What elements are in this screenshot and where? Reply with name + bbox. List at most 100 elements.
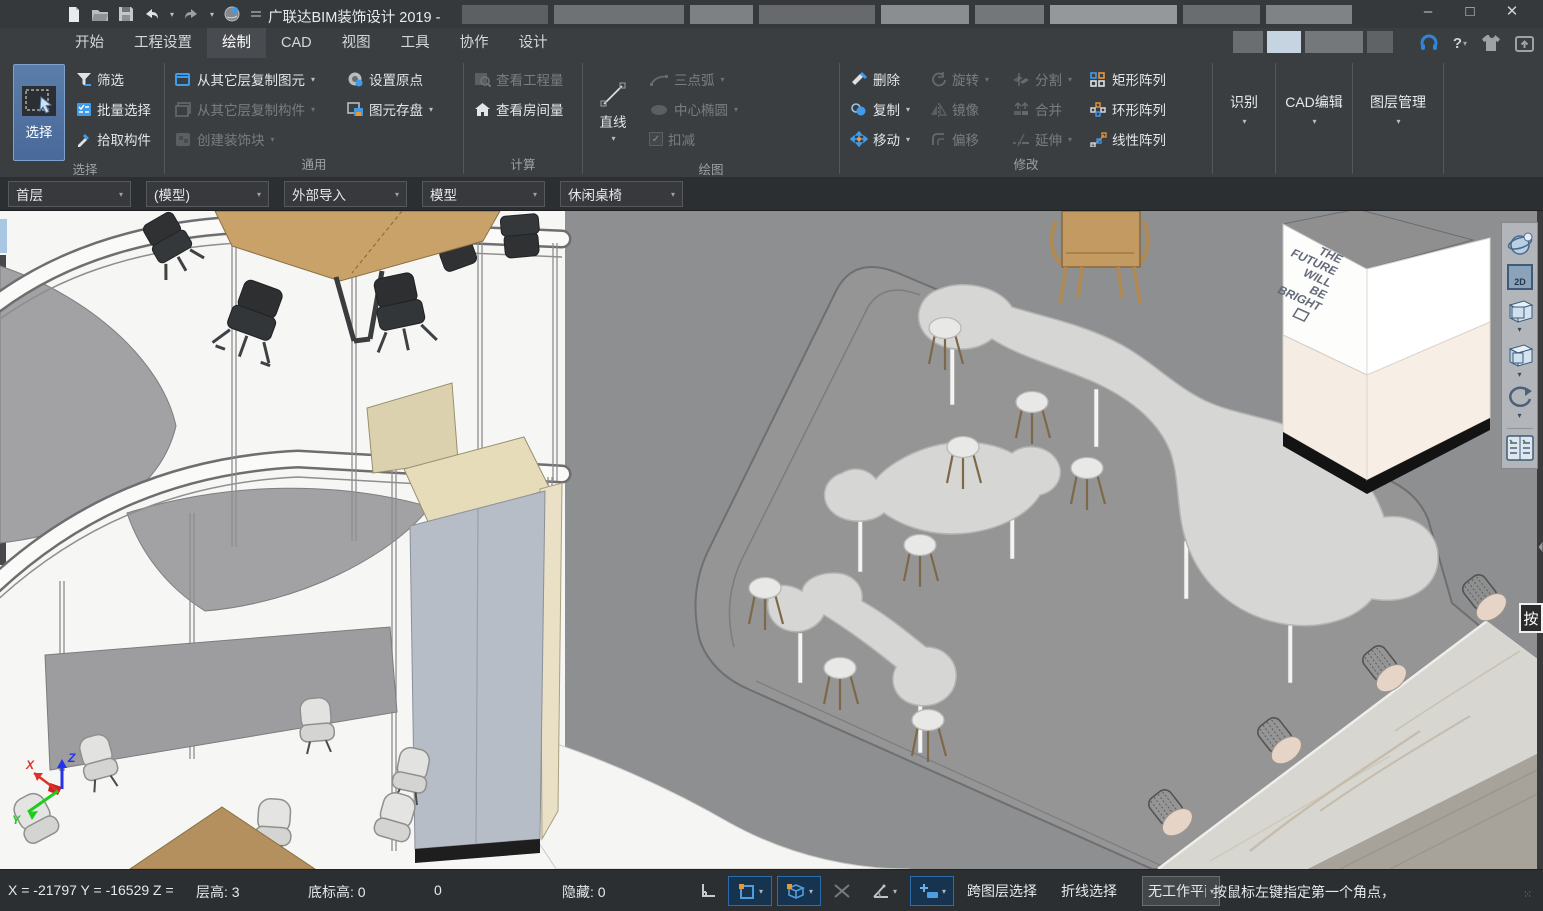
iso-view-tool[interactable]: ▾ bbox=[1505, 340, 1535, 381]
tab-start[interactable]: 开始 bbox=[60, 28, 119, 58]
chevron-down-icon[interactable]: ▾ bbox=[1517, 326, 1521, 334]
floor-select[interactable]: 首层▾ bbox=[8, 181, 131, 207]
select-button[interactable]: 选择 bbox=[13, 64, 65, 161]
help-button[interactable]: ?▾ bbox=[1453, 35, 1467, 52]
chevron-down-icon: ▾ bbox=[395, 190, 399, 199]
extend-button[interactable]: 延伸▾ bbox=[1009, 124, 1087, 154]
polyline-select-button[interactable]: 折线选择 bbox=[1052, 876, 1126, 906]
save-icon[interactable] bbox=[118, 6, 134, 22]
new-file-icon[interactable] bbox=[66, 6, 82, 23]
redo-icon[interactable] bbox=[183, 6, 200, 22]
view-compass-icon[interactable] bbox=[223, 5, 241, 23]
copy-from-layer-comp-button[interactable]: 从其它层复制构件▾ bbox=[172, 94, 344, 124]
2d-view-icon: 2D bbox=[1506, 263, 1534, 291]
tracking-toggle[interactable]: ▾ bbox=[910, 876, 954, 906]
snap-rect-toggle[interactable]: ▾ bbox=[728, 876, 772, 906]
command-prompt: 按鼠标左键指定第一个角点， bbox=[1213, 882, 1395, 902]
tab-view[interactable]: 视图 bbox=[327, 28, 386, 58]
view-list-tool[interactable] bbox=[1505, 435, 1535, 461]
view-nav-toolbar: 2D ▾ ▾ ▾ bbox=[1501, 222, 1538, 469]
upgrade-icon[interactable] bbox=[1515, 34, 1535, 52]
view-quantity-button[interactable]: 查看工程量 bbox=[471, 64, 567, 94]
layer-manage-button[interactable]: 图层管理 ▾ bbox=[1353, 60, 1443, 157]
cube-view-tool[interactable]: ▾ bbox=[1505, 295, 1535, 336]
create-block-button[interactable]: 创建装饰块▾ bbox=[172, 124, 344, 154]
svg-text:X: X bbox=[25, 758, 35, 772]
snap-3d-toggle[interactable]: ▾ bbox=[777, 876, 821, 906]
chevron-down-icon[interactable]: ▾ bbox=[809, 887, 813, 896]
recognize-button[interactable]: 识别 ▾ bbox=[1213, 60, 1275, 157]
tab-project-settings[interactable]: 工程设置 bbox=[119, 28, 207, 58]
set-origin-button[interactable]: 设置原点 bbox=[344, 64, 436, 94]
snap-intersect-toggle[interactable] bbox=[826, 876, 858, 906]
undo-dropdown-caret[interactable]: ▾ bbox=[170, 10, 174, 19]
chevron-down-icon[interactable]: ▾ bbox=[1517, 371, 1521, 379]
copy-icon bbox=[850, 102, 868, 117]
tab-cad[interactable]: CAD bbox=[266, 28, 327, 58]
cad-edit-button[interactable]: CAD编辑 ▾ bbox=[1276, 60, 1352, 157]
tab-tools[interactable]: 工具 bbox=[386, 28, 445, 58]
angle-snap-toggle[interactable]: ▾ bbox=[863, 876, 905, 906]
offset-button[interactable]: 偏移 bbox=[927, 124, 1009, 154]
linear-array-button[interactable]: 线性阵列 bbox=[1087, 124, 1169, 154]
merge-button[interactable]: 合并 bbox=[1009, 94, 1087, 124]
dropdown-caret: ▾ bbox=[311, 105, 315, 114]
orbit-tool[interactable] bbox=[1505, 229, 1535, 259]
ribbon-tabs: 开始 工程设置 绘制 CAD 视图 工具 协作 设计 bbox=[60, 28, 563, 58]
delete-button[interactable]: 删除 bbox=[847, 64, 927, 94]
line-tool-button[interactable]: 直线 ▾ bbox=[590, 64, 636, 161]
chevron-down-icon[interactable]: ▾ bbox=[759, 887, 763, 896]
model-group-select[interactable]: (模型)▾ bbox=[146, 181, 269, 207]
redo-dropdown-caret[interactable]: ▾ bbox=[210, 10, 214, 19]
open-file-icon[interactable] bbox=[91, 6, 109, 23]
center-ellipse-button[interactable]: 中心椭圆▾ bbox=[646, 94, 741, 124]
component-select[interactable]: 休闲桌椅▾ bbox=[560, 181, 683, 207]
save-element-button[interactable]: 图元存盘▾ bbox=[344, 94, 436, 124]
viewport-canvas[interactable]: THE FUTURE WILL BE BRIGHT bbox=[0, 211, 1543, 869]
filter-button[interactable]: 筛选 bbox=[73, 64, 154, 94]
close-button[interactable]: ✕ bbox=[1491, 0, 1533, 26]
move-button[interactable]: 移动▾ bbox=[847, 124, 927, 154]
origin-icon bbox=[347, 71, 364, 87]
rect-array-button[interactable]: 矩形阵列 bbox=[1087, 64, 1169, 94]
pin-toggle-icon[interactable] bbox=[250, 8, 262, 20]
chevron-down-icon: ▾ bbox=[119, 190, 123, 199]
cross-layer-select-button[interactable]: 跨图层选择 bbox=[958, 876, 1046, 906]
tab-design[interactable]: 设计 bbox=[504, 28, 563, 58]
workplane-button[interactable]: 无工作平面 ▾ bbox=[1142, 876, 1220, 906]
mid-value: 0 bbox=[434, 882, 442, 898]
polar-array-button[interactable]: 环形阵列 bbox=[1087, 94, 1169, 124]
rotate-button[interactable]: 旋转▾ bbox=[927, 64, 1009, 94]
maximize-button[interactable]: □ bbox=[1449, 0, 1491, 26]
tab-draw[interactable]: 绘制 bbox=[207, 28, 266, 58]
chevron-down-icon[interactable]: ▾ bbox=[942, 887, 946, 896]
view-room-button[interactable]: 查看房间量 bbox=[471, 94, 567, 124]
chevron-down-icon[interactable]: ▾ bbox=[1517, 412, 1521, 420]
copy-from-layer-graph-button[interactable]: 从其它层复制图元▾ bbox=[172, 64, 344, 94]
support-headset-icon[interactable] bbox=[1419, 33, 1439, 53]
minimize-button[interactable]: – bbox=[1407, 0, 1449, 26]
deduct-checkbox[interactable]: ✓ 扣减 bbox=[646, 124, 741, 154]
three-point-arc-button[interactable]: 三点弧▾ bbox=[646, 64, 741, 94]
delete-brush-icon bbox=[850, 72, 868, 87]
mirror-button[interactable]: 镜像 bbox=[927, 94, 1009, 124]
snap-cube-icon bbox=[785, 881, 807, 901]
ribbon-group-calc: 查看工程量 查看房间量 计算 bbox=[464, 60, 582, 177]
2d-view-tool[interactable]: 2D bbox=[1505, 263, 1535, 291]
tab-collaborate[interactable]: 协作 bbox=[445, 28, 504, 58]
batch-select-button[interactable]: 批量选择 bbox=[73, 94, 154, 124]
select-cursor-icon bbox=[21, 85, 57, 117]
ortho-toggle[interactable] bbox=[693, 876, 723, 906]
split-button[interactable]: 分割▾ bbox=[1009, 64, 1087, 94]
undo-icon[interactable] bbox=[143, 6, 160, 22]
house-icon bbox=[474, 102, 491, 117]
pick-element-button[interactable]: 拾取构件 bbox=[73, 124, 154, 154]
chevron-down-icon[interactable]: ▾ bbox=[893, 887, 897, 896]
theme-shirt-icon[interactable] bbox=[1481, 34, 1501, 52]
rotate-view-tool[interactable]: ▾ bbox=[1505, 385, 1535, 422]
model-select[interactable]: 模型▾ bbox=[422, 181, 545, 207]
orbit-icon bbox=[1506, 229, 1534, 259]
source-select[interactable]: 外部导入▾ bbox=[284, 181, 407, 207]
resize-grip[interactable]: ⁙ bbox=[1523, 888, 1537, 902]
copy-button[interactable]: 复制▾ bbox=[847, 94, 927, 124]
